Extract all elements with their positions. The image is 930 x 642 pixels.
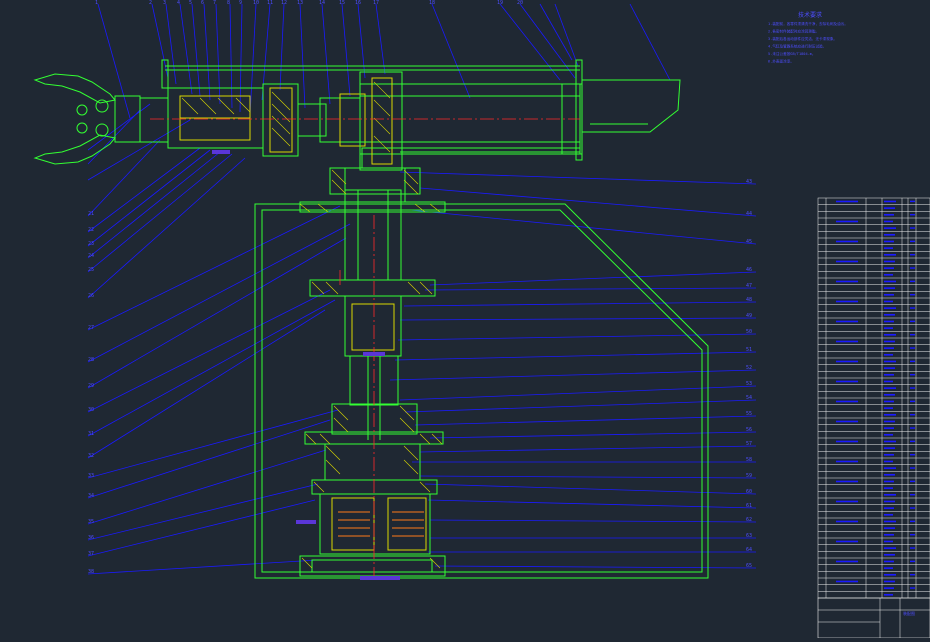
callout-number-left: 21 (88, 211, 94, 217)
callout-number-top: 1 (95, 0, 98, 6)
callout-number-right: 47 (746, 283, 752, 289)
callout-number-top: 6 (201, 0, 204, 6)
callout-number-top: 8 (227, 0, 230, 6)
callout-number-left: 23 (88, 241, 94, 247)
column-head (361, 147, 403, 169)
rotary-joint (297, 103, 327, 137)
callout-number-left: 33 (88, 473, 94, 479)
callout-number-top: 14 (319, 0, 325, 6)
callout-number-top: 20 (517, 0, 523, 6)
gear-box (311, 479, 438, 495)
notes-title: 技术要求 (798, 11, 822, 19)
flange-plate (262, 83, 299, 157)
callout-number-right: 45 (746, 239, 752, 245)
callout-number-right: 53 (746, 381, 752, 387)
callout-number-right: 52 (746, 365, 752, 371)
title-block: 装配图 (817, 597, 930, 639)
cad-drawing-canvas: 1 2 3 4 5 6 7 8 9 10 11 12 13 14 15 16 17 18 19 20 21 22 23 24… (0, 0, 930, 639)
callout-number-top: 10 (253, 0, 259, 6)
callout-number-left: 28 (88, 357, 94, 363)
callout-number-top: 15 (339, 0, 345, 6)
callout-number-right: 61 (746, 503, 752, 509)
cylinder-end-block (359, 71, 403, 171)
callout-number-right: 63 (746, 533, 752, 539)
callout-number-left: 36 (88, 535, 94, 541)
frame-outline (254, 203, 709, 579)
callout-number-right: 64 (746, 547, 752, 553)
callout-number-top: 17 (373, 0, 379, 6)
callouts-right: 43 44 45 46 47 48 49 50 51 52 53 54 55 56 57 58 59 60 61 62… (746, 179, 752, 569)
bearing-housing (331, 403, 418, 435)
callout-number-right: 59 (746, 473, 752, 479)
callout-number-left: 30 (88, 407, 94, 413)
technical-notes: 技术要求 1.装配前，各零件须清洗干净，去除毛刺及油污。 2.各密封件装配时应涂润… (768, 11, 848, 64)
callout-number-left: 26 (88, 293, 94, 299)
leader-lines (87, 3, 757, 575)
callout-number-top: 7 (213, 0, 216, 6)
callout-number-right: 62 (746, 517, 752, 523)
note-line: 1.装配前，各零件须清洗干净，去除毛刺及油污。 (768, 21, 848, 26)
callout-number-left: 27 (88, 325, 94, 331)
callout-number-right: 51 (746, 347, 752, 353)
callout-number-right: 46 (746, 267, 752, 273)
callout-number-left: 37 (88, 551, 94, 557)
callout-number-top: 16 (355, 0, 361, 6)
callout-number-left: 34 (88, 493, 94, 499)
callout-number-left: 24 (88, 253, 94, 259)
callout-number-top: 5 (189, 0, 192, 6)
arm-assembly (33, 59, 681, 171)
callout-number-left: 25 (88, 267, 94, 273)
callout-number-left: 38 (88, 569, 94, 575)
note-line: 2.各密封件装配时应涂润滑脂。 (768, 29, 819, 34)
callout-number-right: 65 (746, 563, 752, 569)
callout-number-top: 3 (163, 0, 166, 6)
callout-number-top: 2 (149, 0, 152, 6)
gripper-upper-claw (33, 73, 116, 104)
callout-number-right: 60 (746, 489, 752, 495)
callout-number-right: 55 (746, 411, 752, 417)
callout-number-right: 54 (746, 395, 752, 401)
callout-number-left: 32 (88, 453, 94, 459)
title-block-name: 装配图 (903, 610, 915, 616)
callout-number-top: 4 (177, 0, 180, 6)
base-foot (299, 555, 446, 577)
callouts-top: 1 2 3 4 5 6 7 8 9 10 11 12 13 14 15 16 17 18 19 20 (95, 0, 523, 6)
callout-number-right: 56 (746, 427, 752, 433)
gripper-roller-upper (95, 99, 109, 113)
parts-list-table (817, 197, 930, 599)
callout-number-right: 48 (746, 297, 752, 303)
callout-number-top: 11 (267, 0, 273, 6)
middle-flange (309, 279, 436, 297)
callout-number-top: 12 (281, 0, 287, 6)
callout-number-top: 13 (297, 0, 303, 6)
callout-number-top: 18 (429, 0, 435, 6)
callout-number-right: 43 (746, 179, 752, 185)
callout-number-left: 35 (88, 519, 94, 525)
callouts-left: 21 22 23 24 25 26 27 28 29 30 31 32 33 34 35 36 37 38 (88, 211, 94, 575)
note-line: 6.外表面涂漆。 (768, 59, 794, 64)
cylinder-barrel (344, 295, 402, 357)
column-hatching (299, 169, 443, 569)
dimension-tags (212, 150, 400, 580)
callout-number-left: 22 (88, 227, 94, 233)
gripper-roller-lower (95, 123, 109, 137)
note-line: 5.未注公差按GB/T1804-m。 (768, 51, 816, 56)
callout-number-top: 9 (239, 0, 242, 6)
callout-number-top: 19 (497, 0, 503, 6)
note-line: 4.气缸及管路系统应进行耐压试验。 (768, 44, 826, 49)
callout-number-right: 58 (746, 457, 752, 463)
callout-number-right: 44 (746, 211, 752, 217)
callout-number-right: 57 (746, 441, 752, 447)
assembly-drawing: 1 2 3 4 5 6 7 8 9 10 11 12 13 14 15 16 17 18 19 20 21222324… (33, 0, 930, 639)
callout-number-left: 31 (88, 431, 94, 437)
callout-number-left: 29 (88, 383, 94, 389)
callout-number-right: 50 (746, 329, 752, 335)
callout-number-right: 49 (746, 313, 752, 319)
gripper-body (114, 95, 141, 143)
gear-teeth (338, 511, 424, 537)
note-line: 3.装配后各运动部件应灵活，无卡滞现象。 (768, 36, 837, 41)
